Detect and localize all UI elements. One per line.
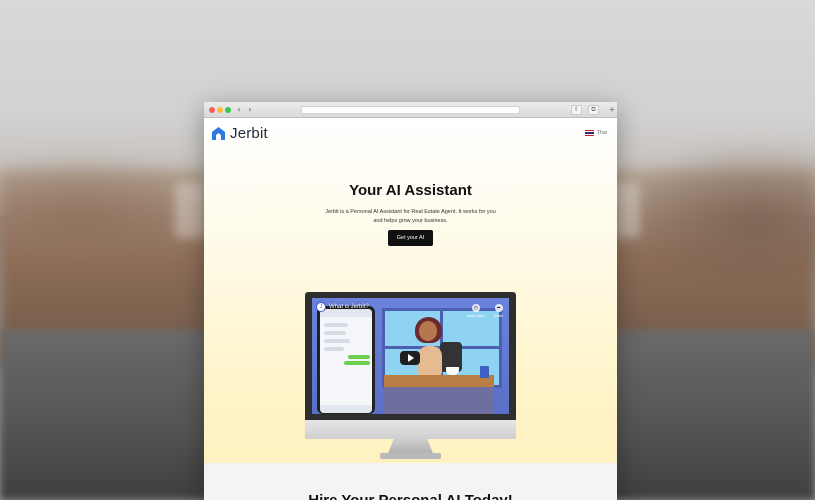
web-page: Jerbit Thai Your AI Assistant Jerbit is … [204, 118, 617, 500]
browser-window: ‹ › ⇧ ⧉ + Jerbit Thai Your AI Assistant … [204, 102, 617, 500]
monitor-illustration: J What is Jerbit? ◷ Watch later ➦ Share [305, 292, 516, 439]
channel-avatar[interactable]: J [316, 302, 326, 312]
monitor-chin [305, 420, 516, 439]
get-your-ai-button[interactable]: Get your AI [388, 230, 433, 246]
desk-front [384, 387, 494, 414]
desk-top [384, 375, 494, 387]
character-body [418, 346, 442, 376]
site-header: Jerbit Thai [204, 118, 617, 148]
hire-section-title: Hire Your Personal AI Today! [204, 492, 617, 500]
browser-toolbar: ‹ › ⇧ ⧉ + [204, 102, 617, 118]
background-ghost-letter [615, 183, 640, 238]
hero-title: Your AI Assistant [349, 182, 472, 199]
watch-later-label: Watch later [467, 314, 485, 318]
language-switcher[interactable]: Thai [585, 130, 607, 136]
video-title-bar: J What is Jerbit? [316, 302, 369, 312]
clock-icon: ◷ [471, 304, 480, 312]
share-icon[interactable]: ⇧ [571, 105, 582, 115]
tabs-icon[interactable]: ⧉ [588, 105, 599, 115]
video-player[interactable]: J What is Jerbit? ◷ Watch later ➦ Share [312, 298, 509, 414]
chat-bubble [324, 347, 344, 351]
background-ghost-letter [175, 183, 205, 238]
chevron-right-icon[interactable]: › [246, 106, 254, 114]
chat-bubble [324, 323, 348, 327]
language-label: Thai [597, 130, 607, 136]
play-icon [408, 354, 414, 362]
chevron-left-icon[interactable]: ‹ [235, 106, 243, 114]
minimize-window-button[interactable] [217, 107, 223, 113]
video-title[interactable]: What is Jerbit? [329, 304, 369, 310]
phone-illustration [317, 306, 375, 414]
address-bar[interactable] [301, 106, 520, 114]
thai-flag-icon [585, 130, 594, 136]
brand-name[interactable]: Jerbit [230, 125, 268, 142]
coffee-cup-icon [446, 367, 459, 375]
watch-later-button[interactable]: ◷ Watch later [467, 304, 485, 318]
chat-bubble [324, 339, 350, 343]
share-arrow-icon: ➦ [494, 304, 503, 312]
chat-bubble [324, 331, 346, 335]
chat-bubble [344, 361, 370, 365]
monitor-base [380, 453, 441, 459]
phone-input-bar [320, 405, 372, 413]
close-window-button[interactable] [209, 107, 215, 113]
chat-bubble [348, 355, 370, 359]
pencil-cup-icon [480, 366, 489, 378]
phone-chat-screen [320, 309, 372, 413]
jerbit-logo-icon[interactable] [211, 126, 226, 141]
hire-section: Hire Your Personal AI Today! [204, 463, 617, 500]
plus-icon[interactable]: + [608, 106, 616, 114]
play-button[interactable] [400, 351, 420, 365]
share-label: Share [494, 314, 504, 318]
maximize-window-button[interactable] [225, 107, 231, 113]
character-head [419, 321, 437, 341]
video-share-button[interactable]: ➦ Share [494, 304, 503, 318]
hero-description: Jerbit is a Personal AI Assistant for Re… [325, 209, 496, 224]
